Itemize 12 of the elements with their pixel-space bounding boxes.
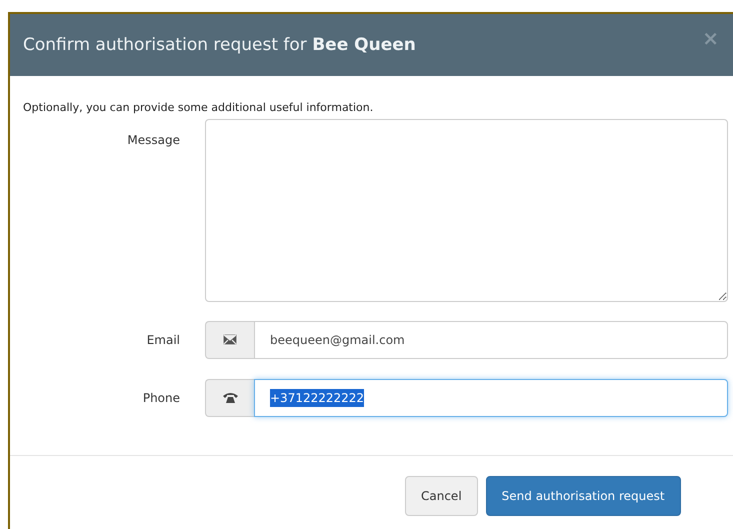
dialog-title: Confirm authorisation request for Bee Queen [23,34,416,56]
phone-field[interactable]: +37122222222 [254,378,728,416]
send-button[interactable]: Send authorisation request [486,476,681,516]
telephone-icon [222,392,238,404]
cancel-button[interactable]: Cancel [405,476,478,516]
field-label: Phone [142,390,180,406]
field-label: Message [126,132,180,148]
envelope-icon [223,334,237,345]
message-field[interactable] [205,118,728,302]
email-field[interactable]: beequeen@gmail.com [254,320,728,358]
field-label: Email [146,332,180,348]
intro-text: Optionally, you can provide some additional useful information. [23,100,374,116]
